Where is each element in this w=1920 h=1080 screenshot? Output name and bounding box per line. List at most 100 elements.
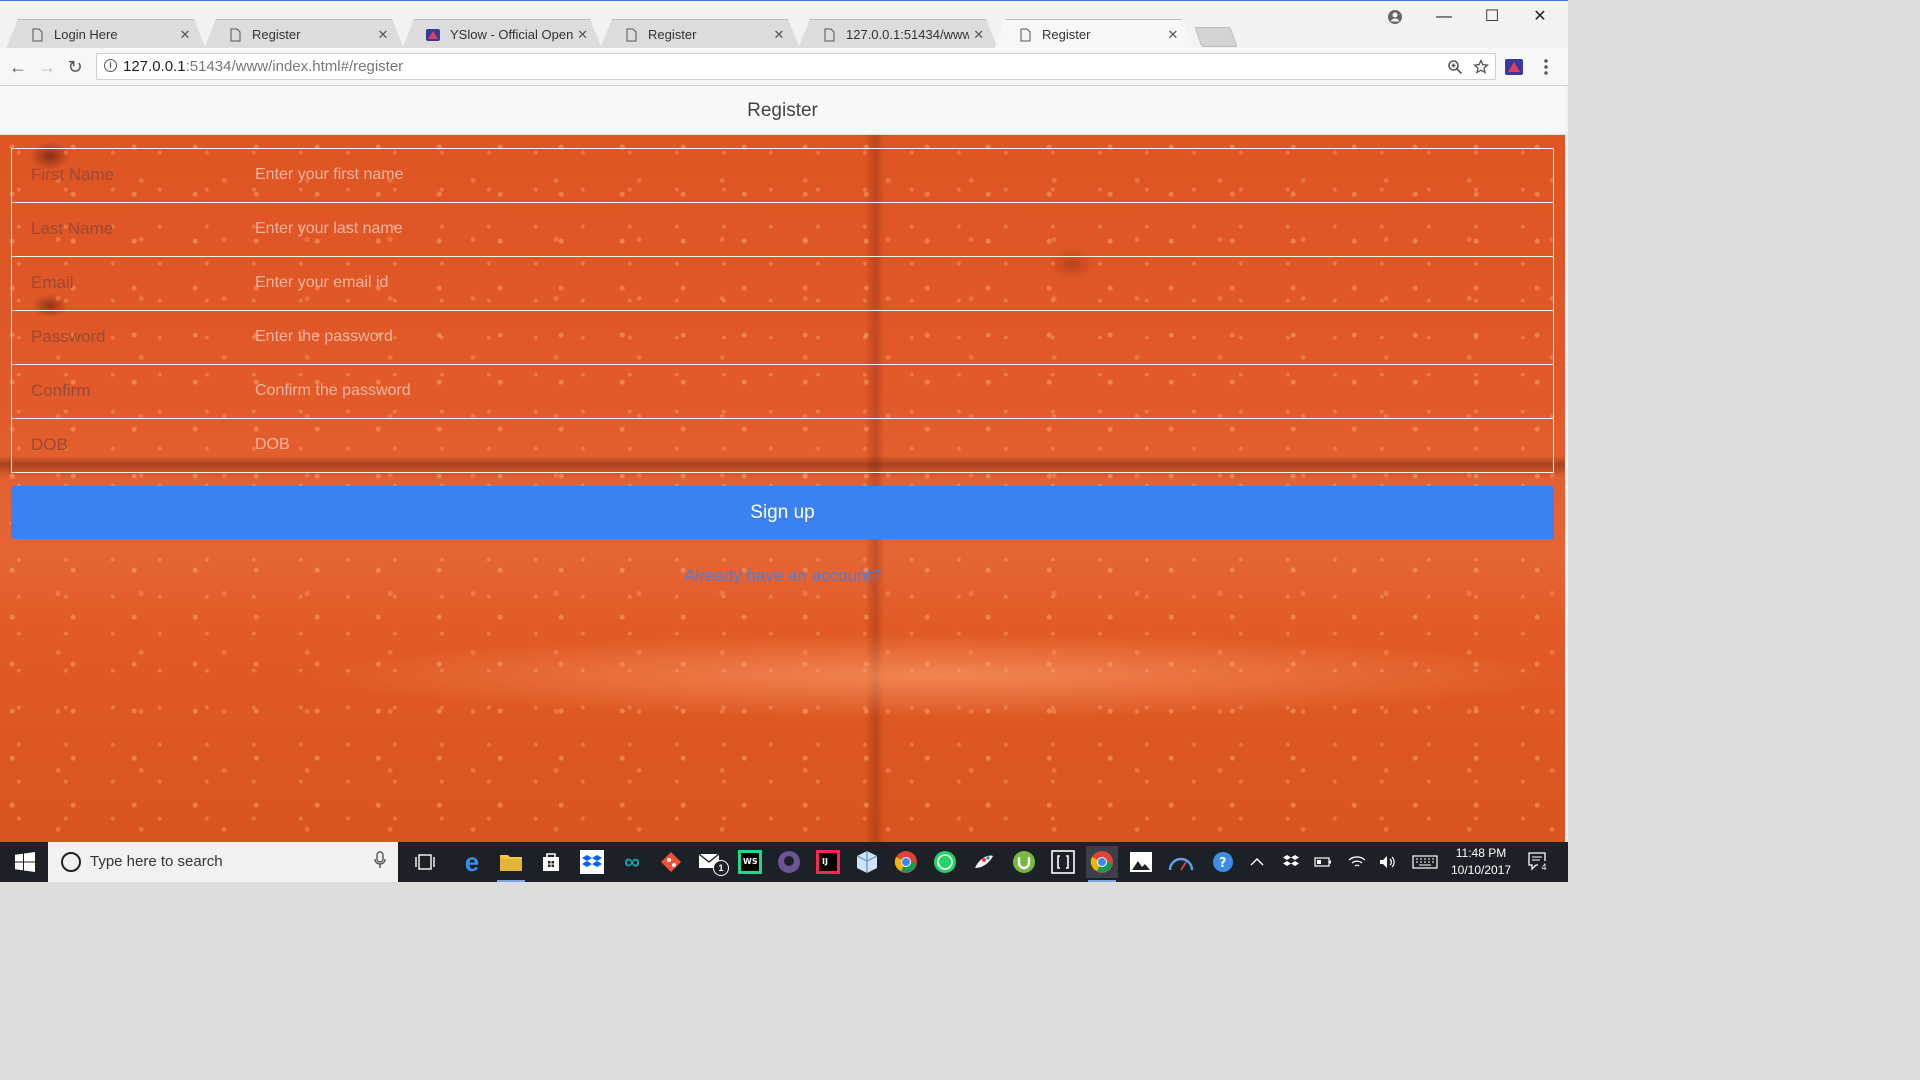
reload-button[interactable]: ↻ xyxy=(62,54,88,80)
tab-register-1[interactable]: Register ✕ xyxy=(204,19,404,49)
url-host: 127.0.0.1 xyxy=(123,58,186,75)
password-input[interactable] xyxy=(255,324,1535,350)
site-info-icon[interactable]: i xyxy=(104,59,117,72)
edge-icon[interactable]: e xyxy=(456,846,488,878)
tab-register-active[interactable]: Register ✕ xyxy=(994,19,1194,49)
address-bar[interactable]: i 127.0.0.1:51434/www/index.html#/regist… xyxy=(96,53,1496,80)
page-icon xyxy=(230,28,241,41)
page-icon xyxy=(824,28,835,41)
tab-yslow[interactable]: YSlow - Official Open So ✕ xyxy=(402,19,602,49)
profile-icon[interactable] xyxy=(1372,5,1418,29)
maximize-button[interactable]: ☐ xyxy=(1469,5,1515,29)
speed-gauge-icon[interactable] xyxy=(1165,846,1197,878)
clock-date: 10/10/2017 xyxy=(1450,863,1512,877)
yslow-icon xyxy=(426,28,440,41)
webstorm-icon[interactable]: WS xyxy=(734,846,766,878)
address-url[interactable]: 127.0.0.1:51434/www/index.html#/register xyxy=(123,54,403,79)
wifi-icon[interactable] xyxy=(1344,842,1370,882)
photos-icon[interactable] xyxy=(1125,846,1157,878)
paint-icon[interactable] xyxy=(968,846,1000,878)
page-icon xyxy=(626,28,637,41)
tab-close-icon[interactable]: ✕ xyxy=(969,27,988,43)
mail-icon[interactable]: 1 xyxy=(695,846,729,878)
task-view-icon[interactable] xyxy=(409,846,441,878)
volume-icon[interactable] xyxy=(1374,842,1400,882)
first-name-label: First Name xyxy=(31,165,115,184)
whatsapp-icon[interactable] xyxy=(929,846,961,878)
minimize-button[interactable]: — xyxy=(1421,5,1467,29)
first-name-input[interactable] xyxy=(255,162,1535,188)
action-center-icon[interactable]: 4 xyxy=(1522,842,1556,882)
last-name-input[interactable] xyxy=(255,216,1535,242)
file-explorer-icon[interactable] xyxy=(495,846,527,882)
tab-close-icon[interactable]: ✕ xyxy=(1162,27,1184,43)
forward-button[interactable]: → xyxy=(34,54,60,80)
close-window-button[interactable]: ✕ xyxy=(1517,5,1563,29)
search-placeholder: Type here to search xyxy=(90,853,223,870)
new-tab-button[interactable] xyxy=(1194,27,1238,47)
tab-title: 127.0.0.1:51434/www/inc xyxy=(846,27,970,42)
notification-count: 4 xyxy=(1538,861,1550,873)
dob-input[interactable] xyxy=(255,432,1535,458)
yslow-extension-icon[interactable] xyxy=(1505,58,1523,76)
taskbar-search-input[interactable]: Type here to search xyxy=(48,842,398,882)
mail-badge: 1 xyxy=(713,860,729,876)
brackets-icon[interactable] xyxy=(1047,846,1079,878)
tab-login-here[interactable]: Login Here ✕ xyxy=(6,19,206,49)
confirm-row: Confirm xyxy=(11,364,1554,418)
store-icon[interactable] xyxy=(535,846,567,878)
chrome-active-icon[interactable] xyxy=(1086,846,1118,882)
password-label: Password xyxy=(31,327,106,346)
last-name-row: Last Name xyxy=(11,202,1554,256)
battery-icon[interactable] xyxy=(1310,842,1336,882)
dropbox-tray-icon[interactable] xyxy=(1278,842,1304,882)
first-name-row: First Name xyxy=(11,148,1554,202)
start-button[interactable] xyxy=(0,842,48,882)
virtualbox-icon[interactable] xyxy=(851,846,883,878)
page-scrollbar[interactable] xyxy=(1565,86,1568,842)
page-icon xyxy=(32,28,43,41)
confirm-password-input[interactable] xyxy=(255,378,1535,404)
taskbar-clock[interactable]: 11:48 PM 10/10/2017 xyxy=(1444,845,1518,879)
keyboard-icon[interactable] xyxy=(1408,842,1442,882)
password-row: Password xyxy=(11,310,1554,364)
tab-close-icon[interactable]: ✕ xyxy=(573,27,592,43)
dob-row: DOB xyxy=(11,418,1554,473)
browser-toolbar: ← → ↻ i 127.0.0.1:51434/www/index.html#/… xyxy=(0,48,1568,86)
bookmark-star-icon[interactable] xyxy=(1473,59,1489,75)
back-button[interactable]: ← xyxy=(5,54,31,80)
chevron-up-icon[interactable] xyxy=(1244,842,1270,882)
zoom-icon[interactable] xyxy=(1447,59,1463,75)
confirm-label: Confirm xyxy=(31,381,91,400)
email-row: Email xyxy=(11,256,1554,310)
dropbox-icon[interactable] xyxy=(576,846,608,878)
chrome-menu-icon[interactable] xyxy=(1540,58,1552,76)
tab-close-icon[interactable]: ✕ xyxy=(372,27,394,43)
last-name-label: Last Name xyxy=(31,219,114,238)
tab-close-icon[interactable]: ✕ xyxy=(174,27,196,43)
tab-title: Login Here xyxy=(54,27,118,42)
browser-titlebar: Login Here ✕ Register ✕ YSlow - Official… xyxy=(0,0,1568,49)
sourcetree-icon[interactable] xyxy=(655,846,687,878)
tab-close-icon[interactable]: ✕ xyxy=(768,27,790,43)
cortana-icon xyxy=(61,852,81,872)
dob-label: DOB xyxy=(31,435,68,454)
github-desktop-icon[interactable] xyxy=(773,846,805,878)
chrome-icon[interactable] xyxy=(890,846,922,878)
tab-title: Register xyxy=(1042,27,1091,42)
intellij-icon[interactable]: IJ xyxy=(812,846,844,878)
arduino-icon[interactable]: ∞ xyxy=(616,846,648,878)
signup-button[interactable]: Sign up xyxy=(11,486,1554,539)
email-input[interactable] xyxy=(255,270,1535,296)
page-title: Register xyxy=(0,86,1565,135)
svg-text:IJ: IJ xyxy=(822,857,828,866)
help-icon[interactable]: ? xyxy=(1208,842,1238,882)
windows-logo-icon xyxy=(15,852,35,872)
utorrent-icon[interactable] xyxy=(1008,846,1040,878)
tab-register-2[interactable]: Register ✕ xyxy=(600,19,800,49)
already-have-account-link[interactable]: Already have an account? xyxy=(0,566,1565,586)
tab-localhost[interactable]: 127.0.0.1:51434/www/inc ✕ xyxy=(798,19,998,49)
tab-title: YSlow - Official Open So xyxy=(450,27,574,42)
email-label: Email xyxy=(31,273,74,292)
microphone-icon[interactable] xyxy=(374,851,386,869)
